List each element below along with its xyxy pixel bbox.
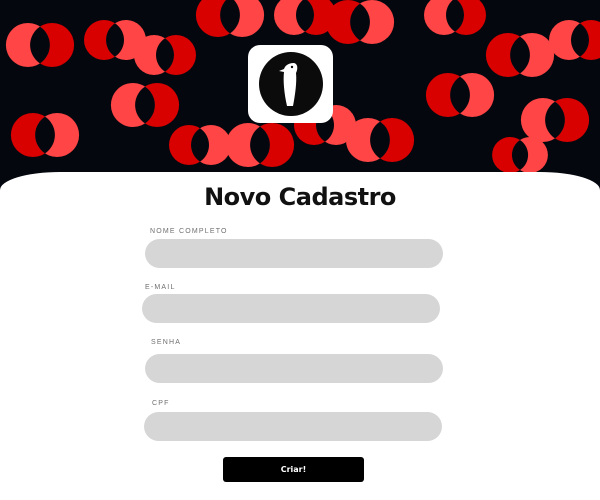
password-input[interactable] [145,354,443,383]
email-input[interactable] [142,294,440,323]
email-label: E-MAIL [145,284,176,291]
woodpecker-bird-icon [258,52,323,116]
cpf-input[interactable] [144,412,442,441]
form-card [0,172,600,500]
cpf-label: CPF [152,400,170,407]
page-title: Novo Cadastro [204,183,396,211]
password-label: SENHA [151,339,182,346]
full-name-input[interactable] [145,239,443,268]
create-account-button[interactable]: Criar! [223,457,364,482]
app-logo [248,45,333,123]
name-label: NOME COMPLETO [150,228,228,235]
